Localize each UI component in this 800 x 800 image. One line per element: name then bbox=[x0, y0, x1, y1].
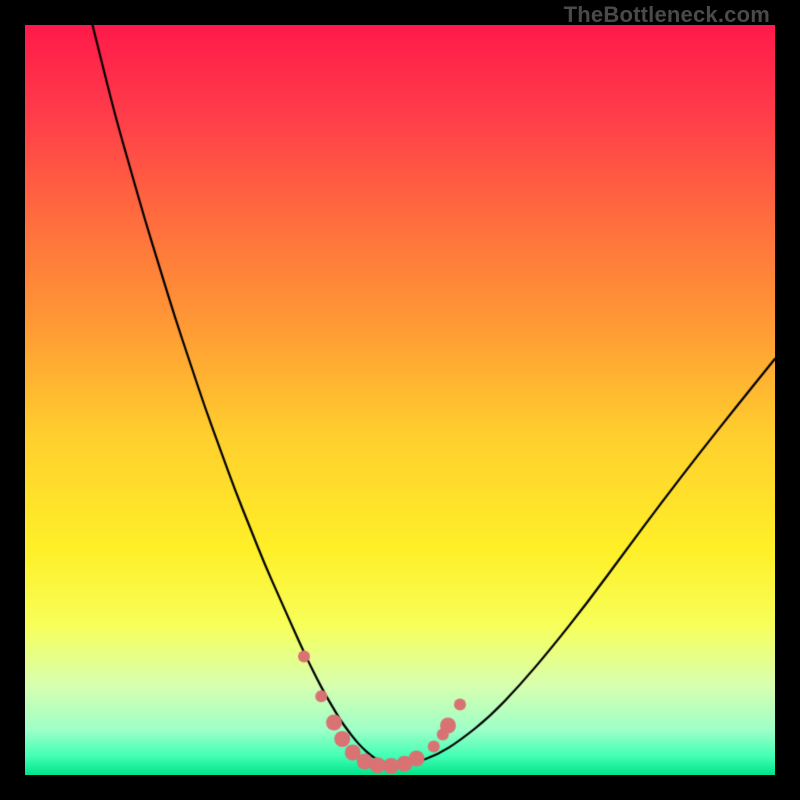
frame-left bbox=[0, 0, 25, 800]
watermark-text: TheBottleneck.com bbox=[564, 2, 770, 28]
frame-right bbox=[775, 0, 800, 800]
bottleneck-chart bbox=[25, 25, 775, 775]
frame-bottom bbox=[0, 775, 800, 800]
